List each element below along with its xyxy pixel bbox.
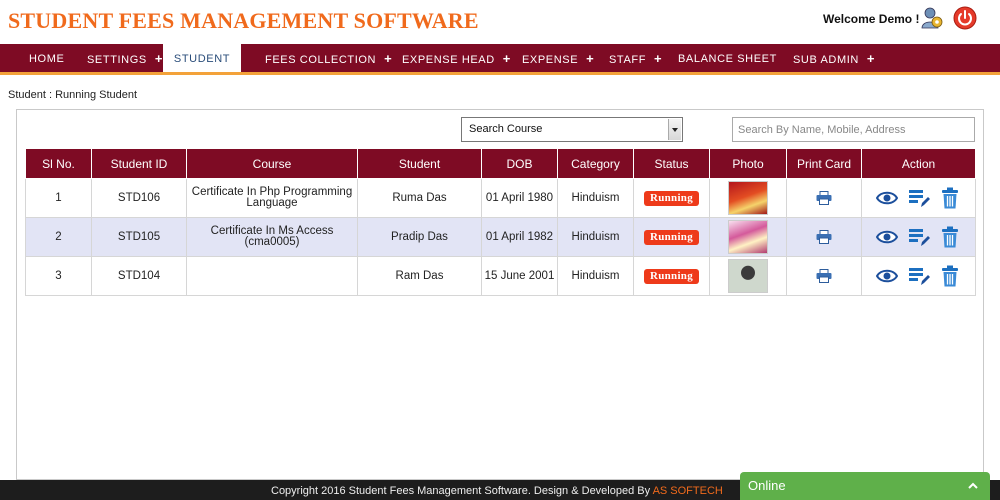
view-eye-icon[interactable] — [876, 226, 899, 248]
printer-icon[interactable] — [816, 269, 832, 283]
cell-sl: 2 — [25, 217, 92, 257]
cell-action — [861, 217, 976, 257]
copyright-text: Copyright 2016 Student Fees Management S… — [271, 485, 651, 497]
col-print-card: Print Card — [786, 148, 862, 179]
nav-home[interactable]: HOME — [29, 44, 64, 72]
delete-trash-icon[interactable] — [939, 187, 961, 209]
cell-dob: 01 April 1982 — [481, 217, 558, 257]
edit-icon[interactable] — [908, 226, 930, 248]
cell-category: Hinduism — [557, 178, 634, 218]
submenu-plus-icon: + — [586, 51, 595, 66]
cell-course — [186, 256, 358, 296]
nav-balance-sheet[interactable]: BALANCE SHEET — [678, 44, 777, 72]
table-row: 2 STD105 Certificate In Ms Access (cma00… — [25, 217, 976, 257]
cell-status: Running — [633, 256, 710, 296]
cell-sl: 3 — [25, 256, 92, 296]
nav-expense-head[interactable]: EXPENSE HEAD + — [402, 44, 511, 72]
cell-print-card — [786, 217, 862, 257]
developer-link[interactable]: AS SOFTECH — [653, 485, 723, 497]
cell-category: Hinduism — [557, 217, 634, 257]
nav-fees-collection[interactable]: FEES COLLECTION + — [265, 44, 392, 72]
cell-print-card — [786, 178, 862, 218]
view-eye-icon[interactable] — [876, 265, 899, 287]
search-input[interactable] — [732, 117, 975, 142]
breadcrumb: Student : Running Student — [8, 89, 138, 101]
course-select-value: Search Course — [469, 123, 543, 135]
delete-trash-icon[interactable] — [939, 226, 961, 248]
printer-icon[interactable] — [816, 230, 832, 244]
nav-sub-admin[interactable]: SUB ADMIN + — [793, 44, 875, 72]
col-status: Status — [633, 148, 710, 179]
students-table: Sl No. Student ID Course Student DOB Cat… — [25, 148, 976, 296]
col-category: Category — [557, 148, 634, 179]
cell-sl: 1 — [25, 178, 92, 218]
table-row: 1 STD106 Certificate In Php Programming … — [25, 178, 976, 218]
table-row: 3 STD104 Ram Das 15 June 2001 Hinduism R… — [25, 256, 976, 296]
cell-category: Hinduism — [557, 256, 634, 296]
nav-student[interactable]: STUDENT — [163, 44, 241, 72]
col-course: Course — [186, 148, 358, 179]
cell-print-card — [786, 256, 862, 296]
chevron-down-icon[interactable] — [668, 119, 681, 140]
nav-expense[interactable]: EXPENSE + — [522, 44, 594, 72]
student-photo — [728, 259, 768, 293]
online-label: Online — [748, 478, 786, 493]
main-nav: HOME SETTINGS + STUDENT FEES COLLECTION + … — [0, 44, 1000, 75]
col-action: Action — [861, 148, 976, 179]
cell-student-id: STD105 — [91, 217, 187, 257]
col-sl-no: Sl No. — [25, 148, 92, 179]
cell-action — [861, 256, 976, 296]
status-badge: Running — [643, 268, 700, 284]
cell-status: Running — [633, 178, 710, 218]
submenu-plus-icon: + — [654, 51, 663, 66]
nav-settings[interactable]: SETTINGS + — [87, 44, 163, 72]
col-student-id: Student ID — [91, 148, 187, 179]
student-photo — [728, 181, 768, 215]
app-title: STUDENT FEES MANAGEMENT SOFTWARE — [8, 8, 479, 33]
delete-trash-icon[interactable] — [939, 265, 961, 287]
cell-photo — [709, 178, 787, 218]
cell-dob: 15 June 2001 — [481, 256, 558, 296]
cell-dob: 01 April 1980 — [481, 178, 558, 218]
user-settings-icon[interactable] — [921, 6, 943, 30]
cell-student-id: STD106 — [91, 178, 187, 218]
submenu-plus-icon: + — [154, 51, 164, 66]
cell-status: Running — [633, 217, 710, 257]
cell-student: Ruma Das — [357, 178, 482, 218]
submenu-plus-icon: + — [502, 51, 511, 66]
header: STUDENT FEES MANAGEMENT SOFTWARE Welcome… — [0, 0, 1000, 44]
col-student: Student — [357, 148, 482, 179]
cell-photo — [709, 217, 787, 257]
cell-course: Certificate In Ms Access (cma0005) — [186, 217, 358, 257]
cell-action — [861, 178, 976, 218]
col-photo: Photo — [709, 148, 787, 179]
edit-icon[interactable] — [908, 187, 930, 209]
footer-copyright: Copyright 2016 Student Fees Management S… — [271, 480, 723, 500]
cell-student: Pradip Das — [357, 217, 482, 257]
cell-photo — [709, 256, 787, 296]
welcome-text: Welcome Demo ! — [823, 12, 920, 26]
cell-student: Ram Das — [357, 256, 482, 296]
student-photo — [728, 220, 768, 254]
view-eye-icon[interactable] — [876, 187, 899, 209]
power-icon[interactable] — [953, 6, 977, 30]
col-dob: DOB — [481, 148, 558, 179]
nav-staff[interactable]: STAFF + — [609, 44, 662, 72]
edit-icon[interactable] — [908, 265, 930, 287]
status-badge: Running — [643, 190, 700, 206]
submenu-plus-icon: + — [866, 51, 876, 66]
status-badge: Running — [643, 229, 700, 245]
app-window: STUDENT FEES MANAGEMENT SOFTWARE Welcome… — [0, 0, 1000, 500]
table-header-row: Sl No. Student ID Course Student DOB Cat… — [25, 148, 976, 179]
chevron-up-icon[interactable] — [968, 482, 978, 489]
printer-icon[interactable] — [816, 191, 832, 205]
course-select[interactable]: Search Course — [461, 117, 683, 142]
online-chat-bar[interactable]: Online — [740, 472, 990, 500]
submenu-plus-icon: + — [384, 51, 393, 66]
cell-student-id: STD104 — [91, 256, 187, 296]
cell-course: Certificate In Php Programming Language — [186, 178, 358, 218]
